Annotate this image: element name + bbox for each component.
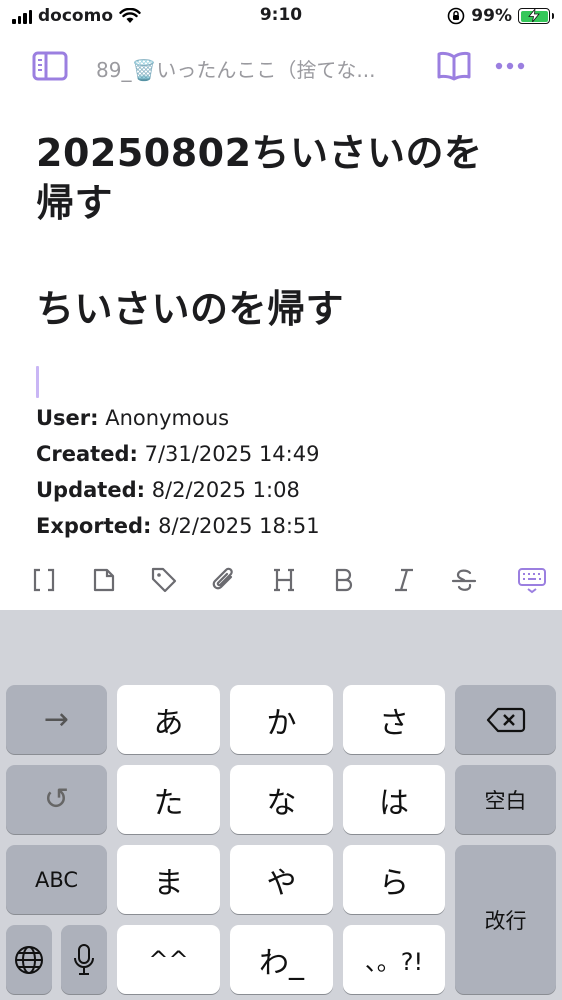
key-ka[interactable]: か bbox=[230, 685, 333, 754]
punctuation-key[interactable]: 、。?! bbox=[343, 925, 445, 994]
key-wa[interactable]: わ_ bbox=[230, 925, 333, 994]
globe-key[interactable] bbox=[6, 925, 52, 994]
backspace-icon bbox=[486, 707, 525, 732]
undo-key[interactable]: ↺ bbox=[6, 765, 107, 834]
key-ma[interactable]: ま bbox=[117, 845, 220, 914]
nav-bar: 89_🗑️いったんここ（捨てな... bbox=[0, 44, 562, 90]
meta-updated: Updated: 8/2/2025 1:08 bbox=[36, 478, 300, 502]
format-toolbar bbox=[0, 554, 562, 608]
tag-icon[interactable] bbox=[144, 560, 184, 600]
book-icon[interactable] bbox=[436, 50, 472, 82]
note-path-title[interactable]: 89_🗑️いったんここ（捨てな... bbox=[96, 54, 416, 83]
file-icon[interactable] bbox=[84, 560, 124, 600]
backspace-key[interactable] bbox=[455, 685, 556, 754]
meta-exported: Exported: 8/2/2025 18:51 bbox=[36, 514, 320, 538]
emoticon-key[interactable]: ^^ bbox=[117, 925, 220, 994]
more-icon[interactable] bbox=[492, 50, 528, 82]
sidebar-icon[interactable] bbox=[32, 50, 68, 82]
key-sa[interactable]: さ bbox=[343, 685, 445, 754]
wikilink-icon[interactable] bbox=[24, 560, 64, 600]
globe-icon bbox=[15, 945, 43, 974]
orientation-lock-icon bbox=[447, 7, 465, 25]
key-ra[interactable]: ら bbox=[343, 845, 445, 914]
battery-icon bbox=[518, 8, 554, 24]
japanese-keyboard: → あ か さ ↺ た な は 空白 ABC ま や ら 改行 ^^ わ_ 、。… bbox=[0, 610, 562, 1000]
attachment-icon[interactable] bbox=[204, 560, 244, 600]
return-key[interactable]: 改行 bbox=[455, 845, 556, 994]
abc-key[interactable]: ABC bbox=[6, 845, 107, 914]
status-bar: docomo 9:10 99% bbox=[0, 0, 562, 34]
space-key[interactable]: 空白 bbox=[455, 765, 556, 834]
strikethrough-icon[interactable] bbox=[444, 560, 484, 600]
note-metadata: User: Anonymous Created: 7/31/2025 14:49… bbox=[36, 400, 320, 544]
note-heading: ちいさいのを帰す bbox=[36, 287, 345, 331]
heading-icon[interactable] bbox=[264, 560, 304, 600]
key-ya[interactable]: や bbox=[230, 845, 333, 914]
bold-icon[interactable] bbox=[324, 560, 364, 600]
note-title: 20250802ちいさいのを 帰す bbox=[36, 131, 483, 225]
note-editor[interactable]: 20250802ちいさいのを 帰す ちいさいのを帰す User: Anonymo… bbox=[36, 128, 536, 538]
meta-user: User: Anonymous bbox=[36, 406, 230, 430]
cursor-right-key[interactable]: → bbox=[6, 685, 107, 754]
text-cursor bbox=[36, 366, 39, 398]
meta-created: Created: 7/31/2025 14:49 bbox=[36, 442, 320, 466]
microphone-icon bbox=[74, 943, 94, 975]
italic-icon[interactable] bbox=[384, 560, 424, 600]
microphone-key[interactable] bbox=[61, 925, 107, 994]
key-ha[interactable]: は bbox=[343, 765, 445, 834]
battery-percent: 99% bbox=[471, 6, 512, 26]
keyboard-dismiss-icon[interactable] bbox=[512, 560, 552, 600]
key-a[interactable]: あ bbox=[117, 685, 220, 754]
key-na[interactable]: な bbox=[230, 765, 333, 834]
key-ta[interactable]: た bbox=[117, 765, 220, 834]
